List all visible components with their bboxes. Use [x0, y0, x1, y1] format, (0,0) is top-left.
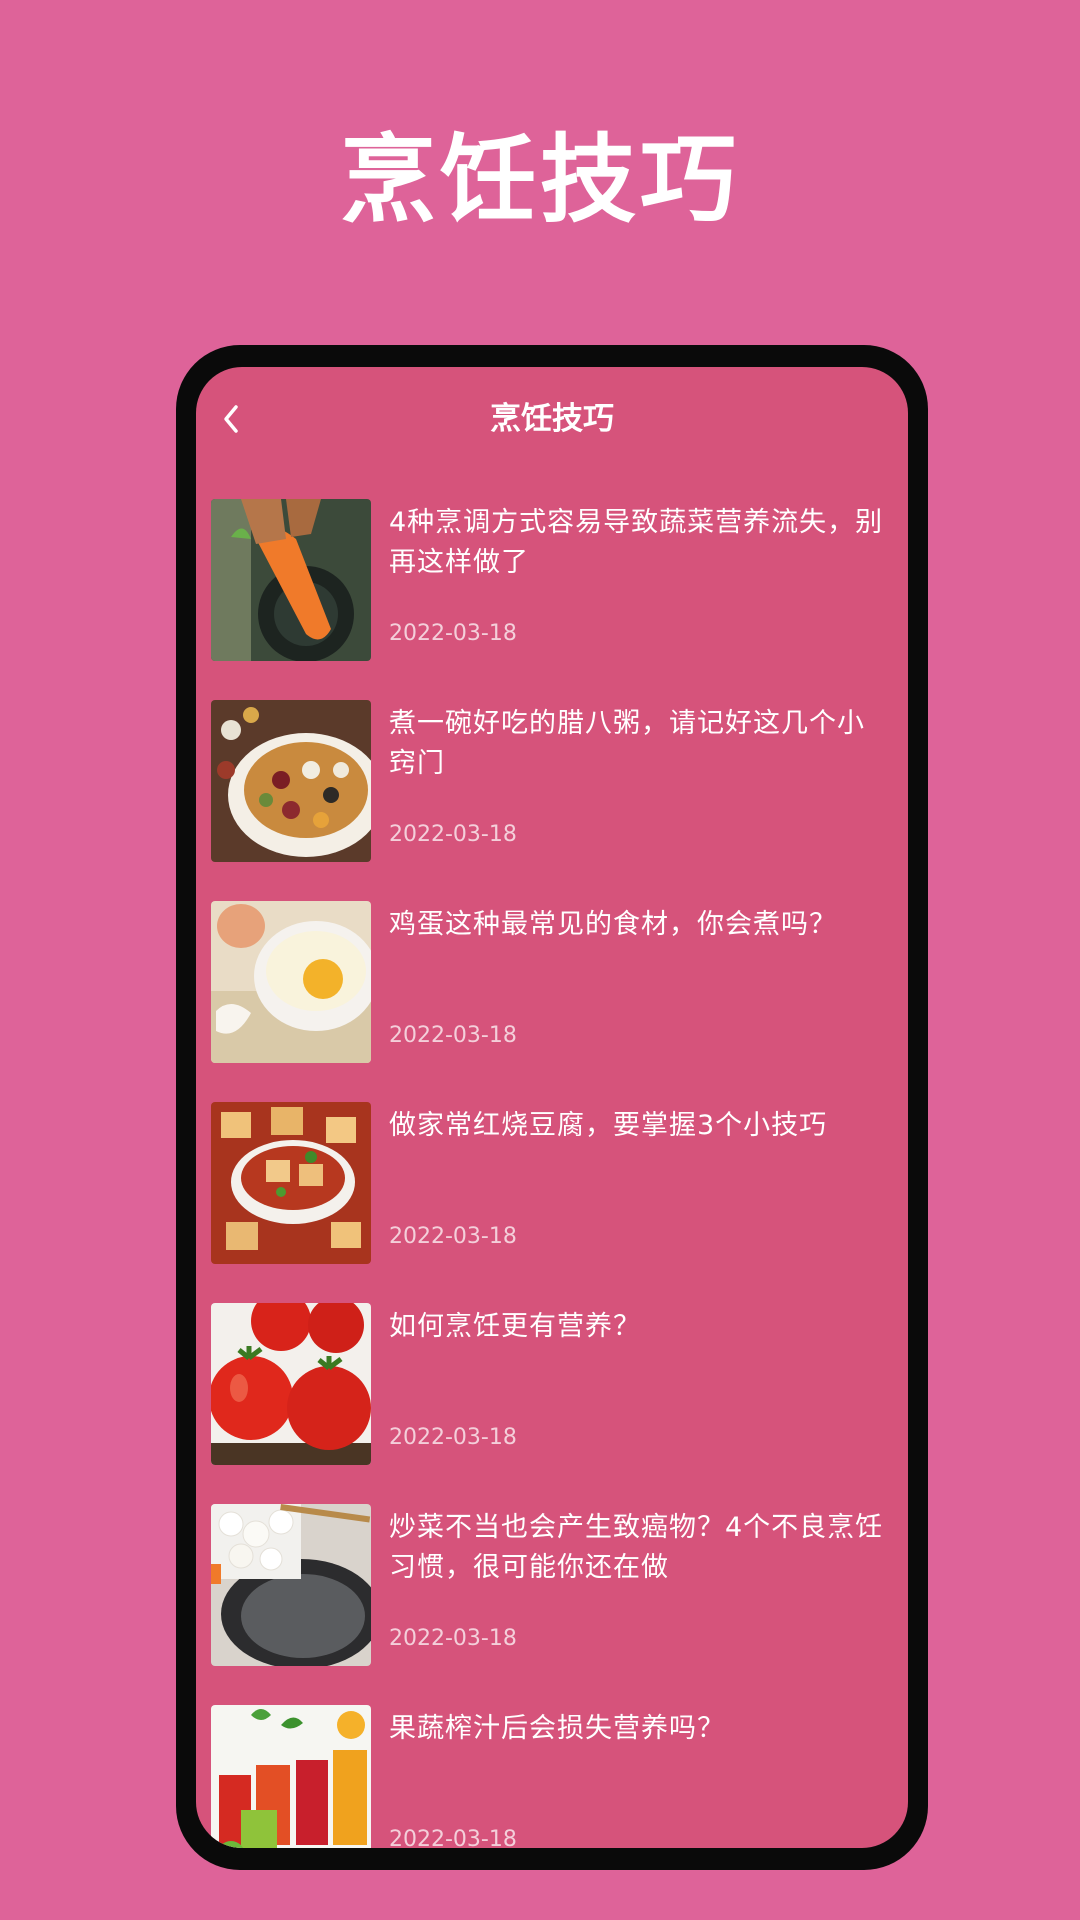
article-date: 2022-03-18 [389, 822, 517, 847]
onion-pan-photo [211, 1504, 371, 1666]
carrot-photo [211, 499, 371, 661]
chevron-left-icon [224, 405, 238, 433]
article-title: 做家常红烧豆腐，要掌握3个小技巧 [389, 1110, 828, 1141]
article-item[interactable]: 煮一碗好吃的腊八粥，请记好这几个小窍门 2022-03-18 [196, 700, 908, 901]
egg-bowl-photo [211, 901, 371, 1063]
article-item[interactable]: 做家常红烧豆腐，要掌握3个小技巧 2022-03-18 [196, 1102, 908, 1303]
article-item[interactable]: 鸡蛋这种最常见的食材，你会煮吗？ 2022-03-18 [196, 901, 908, 1102]
article-title: 果蔬榨汁后会损失营养吗？ [389, 1713, 725, 1744]
article-title: 4种烹调方式容易导致蔬菜营养流失，别再这样做了 [389, 507, 884, 578]
page-title: 烹饪技巧 [490, 401, 614, 437]
article-title: 煮一碗好吃的腊八粥，请记好这几个小窍门 [389, 708, 865, 779]
article-item[interactable]: 炒菜不当也会产生致癌物？4个不良烹饪习惯，很可能你还在做 2022-03-18 [196, 1504, 908, 1705]
article-title: 鸡蛋这种最常见的食材，你会煮吗？ [389, 909, 837, 940]
beans-bowl-photo [211, 700, 371, 862]
article-date: 2022-03-18 [389, 1827, 517, 1848]
phone-screen: 烹饪技巧 4种烹调方式容易导致蔬菜营养流失，别再这样做了 2022-03-18 [196, 367, 908, 1848]
juice-glasses-photo [211, 1705, 371, 1848]
promo-title: 烹饪技巧 [340, 124, 740, 236]
article-item[interactable]: 果蔬榨汁后会损失营养吗？ 2022-03-18 [196, 1705, 908, 1848]
nav-bar: 烹饪技巧 [196, 367, 908, 471]
article-date: 2022-03-18 [389, 1224, 517, 1249]
article-item[interactable]: 如何烹饪更有营养？ 2022-03-18 [196, 1303, 908, 1504]
article-date: 2022-03-18 [389, 1023, 517, 1048]
article-date: 2022-03-18 [389, 1626, 517, 1651]
article-date: 2022-03-18 [389, 1425, 517, 1450]
article-item[interactable]: 4种烹调方式容易导致蔬菜营养流失，别再这样做了 2022-03-18 [196, 499, 908, 700]
article-title: 如何烹饪更有营养？ [389, 1311, 641, 1342]
article-title: 炒菜不当也会产生致癌物？4个不良烹饪习惯，很可能你还在做 [389, 1512, 884, 1583]
back-button[interactable] [212, 397, 252, 441]
braised-tofu-photo [211, 1102, 371, 1264]
article-date: 2022-03-18 [389, 621, 517, 646]
article-list: 4种烹调方式容易导致蔬菜营养流失，别再这样做了 2022-03-18 煮一碗好吃… [196, 499, 908, 1848]
tomatoes-photo [211, 1303, 371, 1465]
